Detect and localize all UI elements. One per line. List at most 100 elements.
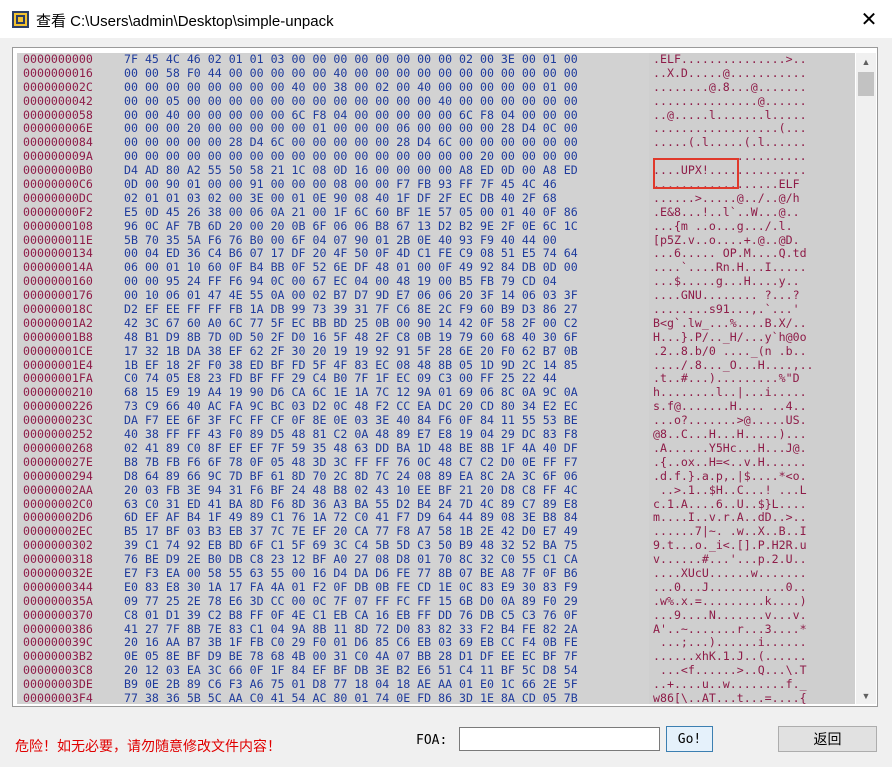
hex-bytes-cell[interactable]: 48 B1 D9 8B 7D 0D 50 2F D0 16 5F 48 2F C… [124,330,578,345]
scroll-thumb[interactable] [858,72,874,96]
ascii-cell[interactable]: ...9....N.......v...v. [653,608,807,623]
ascii-cell[interactable]: ..>.1..$H..C...! ...L [653,483,807,498]
ascii-cell[interactable]: ...o?.......>@.....US. [653,413,807,428]
hex-bytes-cell[interactable]: 6D EF AF B4 1F 49 89 C1 76 1A 72 C0 41 F… [124,510,578,525]
hex-bytes-cell[interactable]: 68 15 E9 19 A4 19 90 D6 CA 6C 1E 1A 7C 1… [124,385,578,400]
ascii-cell[interactable]: ....`....Rn.H...I..... [653,260,807,275]
hex-bytes-cell[interactable]: 41 27 7F 8B 7E 83 C1 04 9A 8B 11 8D 72 D… [124,622,578,637]
back-button[interactable]: 返回 [778,726,877,752]
ascii-cell[interactable]: .2..8.b/0 ...._(n .b.. [653,344,807,359]
ascii-cell[interactable]: ...{m ..o...g.../.l. [653,219,793,234]
ascii-cell[interactable]: ...;...)......i...... [653,636,807,650]
ascii-cell[interactable]: w86[\..AT...t...=....{ [653,691,807,704]
hex-bytes-cell[interactable]: 00 00 05 00 00 00 00 00 00 00 00 00 00 0… [124,94,578,109]
hex-bytes-cell[interactable]: D4 AD 80 A2 55 50 58 21 1C 08 0D 16 00 0… [124,163,578,178]
hex-bytes-cell[interactable]: D8 64 89 66 9C 7D BF 61 8D 70 2C 8D 7C 2… [124,469,578,484]
hex-bytes-cell[interactable]: 00 00 95 24 FF F6 94 0C 00 67 EC 04 00 4… [124,274,557,289]
ascii-cell[interactable]: ...6..... OP.M....Q.td [653,247,807,261]
hex-bytes-cell[interactable]: 00 00 00 20 00 00 00 00 00 01 00 00 00 0… [124,122,578,136]
hex-bytes-cell[interactable]: 40 38 FF FF 43 F0 89 D5 48 81 C2 0A 48 8… [124,427,578,442]
hex-bytes-cell[interactable]: 02 01 01 03 02 00 3E 00 01 0E 90 08 40 1… [124,191,557,206]
ascii-cell[interactable]: s.f@.......H.... ..4.. [653,399,807,414]
ascii-cell[interactable]: ...<f......>..Q...\.T [653,663,807,678]
hex-bytes-cell[interactable]: B9 0E 2B 89 C6 F3 A6 75 01 D8 77 18 04 1… [124,677,578,692]
ascii-cell[interactable]: ...............@...... [653,94,807,109]
hex-bytes-cell[interactable]: E7 F3 EA 00 58 55 63 55 00 16 D4 DA D6 F… [124,566,578,581]
ascii-cell[interactable]: ..................(... [653,122,807,136]
ascii-cell[interactable]: v......#...'...p.2.U.. [653,552,807,567]
ascii-cell[interactable]: [p5Z.v..o....+.@..@D. [653,233,800,248]
hex-bytes-cell[interactable]: B5 17 BF 03 B3 EB 37 7C 7E EF 20 CA 77 F… [124,524,578,539]
ascii-cell[interactable]: .A......Y5Hc...H...J@. [653,441,807,456]
ascii-cell[interactable]: .d.f.}.a.p,.|$....*<o. [653,469,807,484]
ascii-cell[interactable]: 9.t...o._i<.[].P.H2R.u [653,538,807,553]
ascii-cell[interactable]: ..../.8..._O...H....,.. [653,358,814,373]
hex-bytes-cell[interactable]: 00 00 58 F0 44 00 00 00 00 00 40 00 00 0… [124,66,578,81]
ascii-cell[interactable]: ....XUcU......w....... [653,566,807,581]
hex-bytes-cell[interactable]: E5 0D 45 26 38 00 06 0A 21 00 1F 6C 60 B… [124,205,578,220]
hex-bytes-cell[interactable]: 06 00 01 10 60 0F B4 BB 0F 52 6E DF 48 0… [124,260,578,275]
hex-bytes-cell[interactable]: 02 41 89 C0 8F EF EF 7F 59 35 48 63 DD B… [124,441,578,456]
ascii-cell[interactable]: A'..~.......r...3....* [653,622,807,637]
go-button[interactable]: Go! [666,726,713,752]
hex-bytes-cell[interactable]: 0D 00 90 01 00 00 91 00 00 00 08 00 00 F… [124,177,557,192]
ascii-cell[interactable]: .t..#...).........%"D [653,372,800,386]
ascii-cell[interactable]: ..@.....l.......l..... [653,108,807,123]
hex-bytes-cell[interactable]: 7F 45 4C 46 02 01 01 03 00 00 00 00 00 0… [124,53,578,67]
hex-bytes-cell[interactable]: DA F7 EE 6F 3F FC FF CF 0F 8E 0E 03 3E 4… [124,413,578,428]
ascii-cell[interactable]: .w%.x.=.........k....) [653,594,807,609]
hex-bytes-cell[interactable]: 42 3C 67 60 A0 6C 77 5F EC BB BD 25 0B 0… [124,316,578,331]
vertical-scrollbar[interactable]: ▲ ▼ [856,53,876,704]
ascii-cell[interactable]: .....(.l.....(.l...... [653,135,807,150]
ascii-cell[interactable]: ........@.8...@....... [653,80,807,95]
hex-content-area[interactable]: 0000000000 7F 45 4C 46 02 01 01 03 00 00 … [17,53,855,704]
hex-bytes-cell[interactable]: 09 77 25 2E 78 E6 3D CC 00 0C 7F 07 FF F… [124,594,578,609]
ascii-cell[interactable]: m....I..v.r.A..dD..>.. [653,510,807,525]
hex-bytes-cell[interactable]: E0 83 E8 30 1A 17 FA 4A 01 F2 0F DB 0B F… [124,580,578,595]
hex-bytes-cell[interactable]: 20 03 FB 3E 94 31 F6 BF 24 48 B8 02 43 1… [124,483,578,498]
hex-bytes-cell[interactable]: 1B EF 18 2F F0 38 ED BF FD 5F 4F 83 EC 0… [124,358,578,373]
ascii-cell[interactable]: ..+....u..w........f._ [653,677,807,692]
hex-bytes-cell[interactable]: B8 7B FB F6 6F 78 0F 05 48 3D 3C FF FF 7… [124,455,578,470]
ascii-cell[interactable]: ......>.....@../..@/h [653,191,800,206]
hex-bytes-cell[interactable]: 00 00 40 00 00 00 00 00 6C F8 04 00 00 0… [124,108,578,123]
hex-bytes-cell[interactable]: 96 0C AF 7B 6D 20 00 20 0B 6F 06 06 B8 6… [124,219,578,234]
close-button[interactable]: ✕ [846,0,892,38]
hex-bytes-cell[interactable]: 77 38 36 5B 5C AA C0 41 54 AC 80 01 74 0… [124,691,578,704]
ascii-cell[interactable]: .{..ox..H=<..v.H...... [653,455,807,470]
hex-bytes-cell[interactable]: C8 01 D1 39 C2 B8 FF 0F 4E C1 EB CA 16 E… [124,608,578,623]
hex-bytes-cell[interactable]: C0 74 05 E8 23 FD BF FF 29 C4 B0 7F 1F E… [124,372,557,386]
scroll-up-icon[interactable]: ▲ [856,53,876,70]
hex-bytes-cell[interactable]: 17 32 1B DA 38 EF 62 2F 30 20 19 19 92 9… [124,344,578,359]
ascii-cell[interactable]: .ELF...............>.. [653,53,807,67]
hex-bytes-cell[interactable]: 39 C1 74 92 EB BD 6F C1 5F 69 3C C4 5B 5… [124,538,578,553]
hex-bytes-cell[interactable]: 5B 70 35 5A F6 76 B0 00 6F 04 07 90 01 2… [124,233,557,248]
ascii-cell[interactable]: c.1.A....6..U..$}L.... [653,497,807,512]
hex-bytes-cell[interactable]: 00 04 ED 36 C4 B6 07 17 DF 20 4F 50 0F 4… [124,247,578,261]
ascii-cell[interactable]: ......7|~. .w..X..B..I [653,524,807,539]
ascii-cell[interactable]: H...}.P/.._H/...y`h@0o [653,330,807,345]
hex-bytes-cell[interactable]: 76 BE D9 2E B0 DB C8 23 12 BF A0 27 08 D… [124,552,578,567]
ascii-cell[interactable]: B<g`.lw_...%....B.X/.. [653,316,807,331]
ascii-cell[interactable]: ...0...J...........0.. [653,580,807,595]
foa-input[interactable] [459,727,660,751]
hex-bytes-cell[interactable]: 73 C9 66 40 AC FA 9C BC 03 D2 0C 48 F2 C… [124,399,578,414]
ascii-cell[interactable]: h........l..|...i..... [653,385,807,400]
ascii-cell[interactable]: .E&8...!..l`..W...@.. [653,205,800,220]
scroll-down-icon[interactable]: ▼ [856,687,876,704]
ascii-cell[interactable]: ....GNU........ ?...? [653,288,800,303]
hex-bytes-cell[interactable]: 00 10 06 01 47 4E 55 0A 00 02 B7 D7 9D E… [124,288,578,303]
hex-bytes-cell[interactable]: 20 12 03 EA 3C 66 0F 1F 84 EF BF DB 3E B… [124,663,578,678]
hex-bytes-cell[interactable]: 0E 05 8E BF D9 BE 78 68 4B 00 31 C0 4A 0… [124,649,578,664]
hex-bytes-cell[interactable]: 00 00 00 00 00 00 00 00 40 00 38 00 02 0… [124,80,578,95]
ascii-cell[interactable]: ..X.D.....@........... [653,66,807,81]
hex-bytes-cell[interactable]: 63 C0 31 ED 41 BA 8D F6 8D 36 A3 BA 55 D… [124,497,578,512]
hex-bytes-cell[interactable]: 20 16 AA B7 3B 1F FB C0 29 F0 01 D6 85 C… [124,636,578,650]
hex-bytes-cell[interactable]: D2 EF EE FF FF FB 1A DB 99 73 39 31 7F C… [124,302,578,317]
ascii-cell[interactable]: ...$.....g...H....y.. [653,274,800,289]
ascii-cell[interactable]: ......xhK.1.J..(...... [653,649,807,664]
hex-bytes-cell[interactable]: 00 00 00 00 00 00 00 00 00 00 00 00 00 0… [124,149,578,164]
ascii-cell[interactable]: ........s91...,.`...' [653,302,800,317]
ascii-cell[interactable]: @8..C...H...H.....)... [653,427,807,442]
hex-bytes-cell[interactable]: 00 00 00 00 00 28 D4 6C 00 00 00 00 00 2… [124,135,578,150]
